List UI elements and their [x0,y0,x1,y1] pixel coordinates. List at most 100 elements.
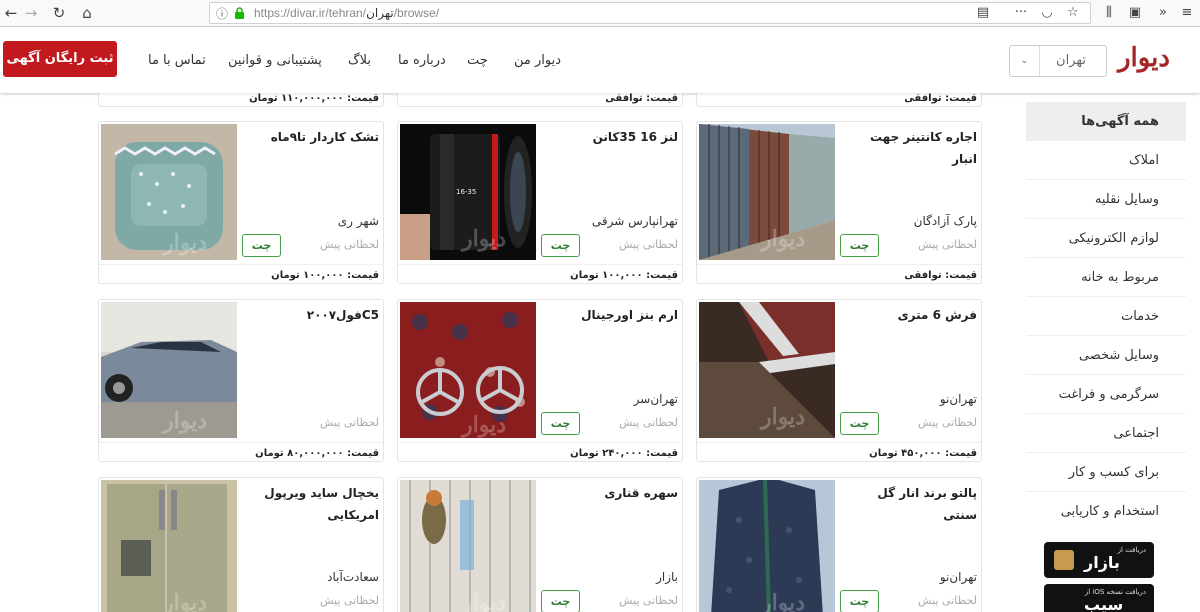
listing-time: لحظاتی پیش [320,416,379,429]
listing-location: بازار [656,570,678,584]
listing-image-lens[interactable]: 16-35 دیوار [400,124,536,260]
sidebar-toggle-icon[interactable]: ▣ [1124,2,1146,24]
sibapp-download-badge[interactable]: دریافت نسخه iOS از سیب [1044,584,1154,612]
sidebar-item-social[interactable]: اجتماعی [1026,414,1186,453]
listing-title[interactable]: ارم بنز اورجینال [542,304,678,326]
chat-button[interactable]: چت [541,590,580,612]
listing-image-mattress[interactable]: دیوار [101,124,237,260]
listing-location: سعادت‌آباد [327,570,379,584]
reader-view-icon[interactable]: ▤ [972,2,994,24]
listing-title[interactable]: فرش 6 متری [841,304,977,326]
listing-time: لحظاتی پیش [619,416,678,429]
nav-contact[interactable]: تماس با ما [148,53,206,68]
listing-location: شهر ری [337,214,379,228]
listing-time: لحظاتی پیش [918,416,977,429]
listing-price: قیمت: ۱۰۰,۰۰۰ تومان [271,270,379,281]
nav-blog[interactable]: بلاگ [348,53,371,68]
listing-image-bird[interactable]: دیوار [400,480,536,612]
listing-time: لحظاتی پیش [918,238,977,251]
info-icon[interactable]: ⓘ [216,5,228,22]
nav-my-divar[interactable]: دیوار من [514,53,561,68]
listing-title[interactable]: یخچال ساید ویرپول امریکایی [243,482,379,526]
reload-icon[interactable]: ↻ [48,2,70,24]
lock-icon [235,7,244,19]
divar-watermark: دیوار [759,226,805,252]
nav-support[interactable]: پشتیبانی و قوانین [228,53,322,68]
pocket-icon[interactable]: ◡ [1036,2,1058,24]
library-icon[interactable]: ⫼ [1098,2,1120,24]
chat-button[interactable]: چت [242,234,281,257]
bazaar-download-badge[interactable]: دریافت از بازار [1044,542,1154,578]
sidebar-item-services[interactable]: خدمات [1026,297,1186,336]
listing-card[interactable]: دیوار تشک کاردار تا۹ماه شهر ری لحظاتی پی… [98,121,384,284]
listing-card[interactable]: دیوار C5فول۲۰۰۷ لحظاتی پیش قیمت: ۸۰,۰۰۰,… [98,299,384,462]
sidebar-item-all[interactable]: همه آگهی‌ها [1026,102,1186,141]
card-divider [99,264,383,265]
chat-button[interactable]: چت [840,234,879,257]
divar-watermark: دیوار [161,408,207,434]
listing-title[interactable]: اجاره کانتینر جهت انبار [841,126,977,170]
listing-title[interactable]: لنز 16 35کانن [542,126,678,148]
card-divider [697,264,981,265]
forward-icon[interactable]: → [20,2,42,24]
listing-price: قیمت: توافقی [605,93,678,104]
divar-logo[interactable]: دیوار [1118,43,1170,73]
listing-location: تهرانپارس شرقی [591,214,678,228]
listing-image-car[interactable]: دیوار [101,302,237,438]
listing-image-coat[interactable]: دیوار [699,480,835,612]
sidebar-item-business[interactable]: برای کسب و کار [1026,453,1186,492]
card-divider [99,442,383,443]
listing-location: تهران‌سر [633,392,678,406]
divar-watermark: دیوار [759,590,805,612]
chat-button[interactable]: چت [541,412,580,435]
sidebar-item-electronics[interactable]: لوازم الکترونیکی [1026,219,1186,258]
listing-card[interactable]: دیوار اجاره کانتینر جهت انبار پارک آزادگ… [696,121,982,284]
listing-price: قیمت: توافقی [904,93,977,104]
listing-title[interactable]: سهره قناری [542,482,678,504]
sidebar-item-real-estate[interactable]: املاک [1026,141,1186,180]
home-icon[interactable]: ⌂ [76,2,98,24]
listing-title[interactable]: C5فول۲۰۰۷ [243,304,379,326]
listing-title[interactable]: تشک کاردار تا۹ماه [243,126,379,148]
listing-card[interactable]: دیوار پالتو برند انار گل سنتی تهران‌نو ل… [696,477,982,612]
sidebar-item-home[interactable]: مربوط به خانه [1026,258,1186,297]
page-actions-icon[interactable]: ··· [1010,2,1032,24]
address-bar[interactable]: ⓘ https://divar.ir/tehran/تهران/browse/ [209,2,1091,24]
listing-image-containers[interactable]: دیوار [699,124,835,260]
listing-price: قیمت: توافقی [904,270,977,281]
sidebar-item-leisure[interactable]: سرگرمی و فراغت [1026,375,1186,414]
listing-time: لحظاتی پیش [918,594,977,607]
listing-image-emblem[interactable]: دیوار [400,302,536,438]
listing-time: لحظاتی پیش [320,238,379,251]
listing-card[interactable]: دیوار سهره قناری بازار لحظاتی پیش چت [397,477,683,612]
hamburger-menu-icon[interactable]: ≡ [1176,2,1198,24]
sidebar-item-jobs[interactable]: استخدام و کاریابی [1026,492,1186,531]
listing-price: قیمت: ۸۰,۰۰۰,۰۰۰ تومان [255,448,379,459]
svg-text:16-35: 16-35 [456,188,476,196]
chat-button[interactable]: چت [840,412,879,435]
divar-watermark: دیوار [460,590,506,612]
listing-card[interactable]: دیوار یخچال ساید ویرپول امریکایی سعادت‌آ… [98,477,384,612]
bookmark-star-icon[interactable]: ☆ [1062,2,1084,24]
nav-about[interactable]: درباره ما [398,53,446,68]
back-icon[interactable]: ← [0,2,22,24]
listing-title[interactable]: پالتو برند انار گل سنتی [841,482,977,526]
listing-card[interactable]: 16-35 دیوار لنز 16 35کانن تهرانپارس شرقی… [397,121,683,284]
overflow-menu-icon[interactable]: » [1152,2,1174,24]
listing-location: تهران‌نو [939,392,977,406]
post-ad-button[interactable]: ثبت رایگان آگهی [3,41,117,77]
sidebar-item-vehicles[interactable]: وسایل نقلیه [1026,180,1186,219]
listing-image-fridge[interactable]: دیوار [101,480,237,612]
chat-button[interactable]: چت [840,590,879,612]
listing-card[interactable]: دیوار فرش 6 متری تهران‌نو لحظاتی پیش چت … [696,299,982,462]
chat-button[interactable]: چت [541,234,580,257]
listing-card[interactable]: دیوار ارم بنز اورجینال تهران‌سر لحظاتی پ… [397,299,683,462]
divar-watermark: دیوار [460,412,506,438]
chevron-down-icon: ⌄ [1010,46,1040,76]
listing-image-carpet[interactable]: دیوار [699,302,835,438]
city-select[interactable]: تهران ⌄ [1009,45,1107,77]
divar-watermark: دیوار [161,590,207,612]
nav-chat[interactable]: چت [467,53,488,68]
sidebar-item-personal[interactable]: وسایل شخصی [1026,336,1186,375]
card-divider [398,264,682,265]
